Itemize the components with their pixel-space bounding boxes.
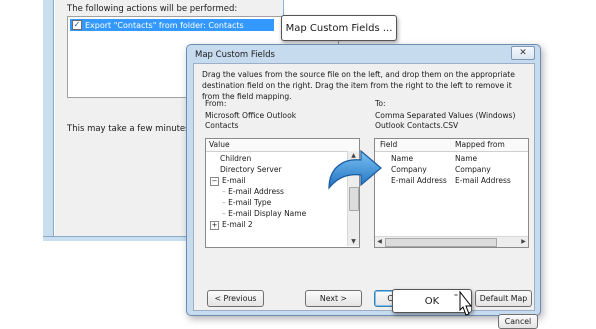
from-label: From: <box>205 99 227 108</box>
previous-button[interactable]: < Previous <box>207 290 264 307</box>
source-item[interactable]: − E-mail <box>210 175 246 186</box>
wizard-footer-text: This may take a few minutes an <box>67 124 203 134</box>
action-checkbox[interactable]: ✓ <box>72 20 82 30</box>
value-column-header[interactable]: Value <box>206 140 230 149</box>
close-icon: ✕ <box>519 48 527 58</box>
action-item[interactable]: ✓ Export "Contacts" from folder: Contact… <box>70 19 274 31</box>
actions-label: The following actions will be performed: <box>67 4 238 14</box>
source-item[interactable]: Children <box>220 153 251 164</box>
collapse-icon[interactable]: − <box>210 176 219 186</box>
source-item[interactable]: – E-mail Type <box>222 197 271 208</box>
mapping-field: E-mail Address <box>391 176 447 185</box>
close-button[interactable]: ✕ <box>511 46 535 60</box>
source-item-label: Children <box>220 154 252 163</box>
scroll-thumb[interactable] <box>385 238 497 247</box>
source-item-label: Directory Server <box>220 165 282 174</box>
source-item-label: E-mail Address <box>228 187 284 196</box>
mouse-cursor-icon <box>454 290 473 316</box>
mapping-source: Name <box>455 154 478 163</box>
mapping-field: Company <box>391 165 427 174</box>
mapping-source: E-mail Address <box>455 176 511 185</box>
source-item-label: E-mail 2 <box>222 220 253 229</box>
scroll-right-icon[interactable]: ▶ <box>519 237 528 247</box>
source-item[interactable]: – E-mail Display Name <box>222 208 306 219</box>
mapping-source: Company <box>455 165 491 174</box>
default-map-button[interactable]: Default Map <box>475 290 532 307</box>
source-item-label: E-mail Display Name <box>228 209 307 218</box>
to-label: To: <box>375 99 386 108</box>
expand-icon[interactable]: + <box>210 220 219 230</box>
to-file: Outlook Contacts.CSV <box>375 121 459 130</box>
scroll-down-icon[interactable]: ▼ <box>349 237 358 246</box>
scroll-left-icon[interactable]: ◀ <box>375 237 384 247</box>
source-item[interactable]: Directory Server <box>220 164 282 175</box>
map-custom-fields-button[interactable]: Map Custom Fields ... <box>281 15 397 41</box>
dialog-title: Map Custom Fields <box>195 50 275 60</box>
source-item-label: E-mail <box>222 176 246 185</box>
destination-horizontal-scrollbar[interactable]: ◀ ▶ <box>375 236 528 247</box>
destination-fields-list[interactable]: Field Mapped from Name Name Company Comp… <box>374 138 529 248</box>
to-target: Comma Separated Values (Windows) <box>375 111 516 120</box>
source-item[interactable]: – E-mail Address <box>222 186 284 197</box>
wizard-frame-left <box>43 0 54 238</box>
cancel-button[interactable]: Cancel <box>498 314 538 329</box>
action-item-label: Export "Contacts" from folder: Contacts <box>85 20 244 30</box>
source-item-label: E-mail Type <box>228 198 272 207</box>
drag-arrow-icon <box>328 149 382 190</box>
mapping-field: Name <box>391 154 414 163</box>
instructions-text: Drag the values from the source file on … <box>202 70 515 101</box>
mapped-from-column-header[interactable]: Mapped from <box>455 139 505 151</box>
destination-list-header: Field Mapped from <box>375 139 528 152</box>
from-folder: Contacts <box>205 121 239 130</box>
source-item[interactable]: + E-mail 2 <box>210 219 253 230</box>
next-button[interactable]: Next > <box>305 290 362 307</box>
from-source: Microsoft Office Outlook <box>205 111 297 120</box>
